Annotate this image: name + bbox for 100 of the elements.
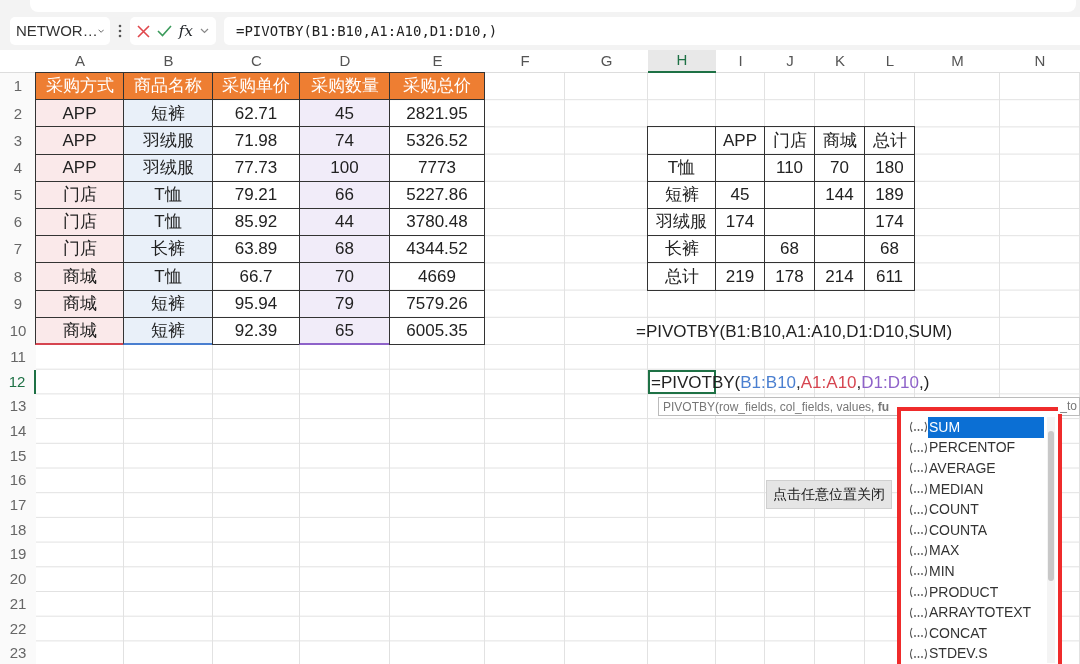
row-header[interactable]: 23	[0, 641, 36, 664]
function-icon	[909, 586, 928, 599]
table-cell: 65	[299, 316, 390, 345]
column-header[interactable]: G	[565, 50, 648, 73]
row-header[interactable]: 1	[0, 73, 36, 101]
table-cell: 商品名称	[123, 72, 213, 101]
table-cell: 100	[299, 153, 390, 182]
function-icon	[909, 606, 928, 619]
cell-text: =PIVOTBY(B1:B10,A1:A10,D1:D10,SUM)	[636, 320, 953, 343]
table-cell: 68	[299, 235, 390, 264]
column-header[interactable]: K	[815, 50, 865, 73]
table-cell: 采购数量	[299, 72, 390, 101]
row-header[interactable]: 11	[0, 344, 36, 370]
row-header[interactable]: 10	[0, 317, 36, 345]
function-icon	[909, 544, 928, 557]
row-header[interactable]: 3	[0, 127, 36, 155]
table-cell: 短裤	[123, 99, 213, 128]
insert-function-button[interactable]: fx	[178, 19, 193, 43]
dropdown-item[interactable]: MIN	[909, 561, 1044, 582]
function-icon	[909, 503, 928, 516]
table-cell: 66	[299, 180, 390, 209]
row-header[interactable]: 16	[0, 468, 36, 493]
table-cell: 611	[864, 262, 915, 291]
table-cell: 门店	[35, 180, 124, 209]
cancel-icon[interactable]	[137, 24, 151, 38]
dropdown-item[interactable]: COUNT	[909, 499, 1044, 520]
row-header[interactable]: 18	[0, 517, 36, 543]
table-cell: 79	[299, 289, 390, 318]
row-header[interactable]: 2	[0, 100, 36, 128]
dropdown-caret-icon[interactable]	[97, 28, 104, 34]
function-dropdown[interactable]: SUM PERCENTOF AVERAGE MEDIAN COUNT COUNTA MAX MIN PRODUCT ARRAYTOTEXT CONCAT STDEV.S	[897, 407, 1062, 664]
column-header[interactable]: H	[648, 50, 716, 73]
table-cell: 商城	[35, 316, 124, 345]
table-cell: 短裤	[123, 316, 213, 345]
dropdown-item[interactable]: STDEV.S	[909, 643, 1044, 664]
table-cell: APP	[35, 99, 124, 128]
column-header[interactable]: F	[485, 50, 565, 73]
table-cell: 商城	[35, 262, 124, 291]
table-cell: 采购方式	[35, 72, 124, 101]
row-header[interactable]: 12	[0, 369, 36, 395]
dropdown-item[interactable]: PRODUCT	[909, 581, 1044, 603]
column-header[interactable]: J	[765, 50, 815, 73]
table-cell: APP	[35, 126, 124, 155]
formula-field[interactable]: =PIVOTBY(B1:B10,A1:A10,D1:D10,)	[224, 17, 1080, 45]
more-options-icon[interactable]	[118, 24, 122, 38]
function-icon	[909, 441, 928, 454]
row-header[interactable]: 5	[0, 181, 36, 209]
caret-icon[interactable]	[199, 28, 209, 34]
row-header[interactable]: 6	[0, 208, 36, 237]
table-cell: T恤	[123, 262, 213, 291]
row-header[interactable]: 4	[0, 154, 36, 182]
row-header[interactable]: 19	[0, 542, 36, 568]
table-corner-cell	[647, 126, 716, 155]
table-cell: 采购总价	[389, 72, 485, 101]
table-cell: 45	[299, 99, 390, 128]
row-header[interactable]: 17	[0, 493, 36, 518]
function-icon	[909, 483, 928, 496]
dropdown-item[interactable]: PERCENTOF	[909, 437, 1044, 459]
dropdown-item[interactable]: MEDIAN	[909, 478, 1044, 500]
close-hint[interactable]: 点击任意位置关闭	[766, 480, 892, 509]
row-header[interactable]: 20	[0, 567, 36, 592]
column-header[interactable]: I	[716, 50, 765, 73]
row-header[interactable]: 7	[0, 236, 36, 264]
dropdown-item[interactable]: CONCAT	[909, 622, 1044, 644]
function-icon	[909, 524, 928, 537]
scroll-thumb[interactable]	[1048, 431, 1054, 581]
tooltip-text: PIVOTBY(row_fields, col_fields, values, fu	[663, 398, 890, 416]
row-header[interactable]: 21	[0, 591, 36, 617]
column-header[interactable]: N	[1000, 50, 1080, 73]
table-cell: 6005.35	[389, 316, 485, 345]
table-cell: APP	[35, 153, 124, 182]
function-icon	[909, 565, 928, 578]
row-header[interactable]: 22	[0, 616, 36, 642]
row-header[interactable]: 13	[0, 394, 36, 419]
function-icon	[909, 647, 928, 660]
dropdown-item[interactable]: AVERAGE	[909, 458, 1044, 479]
dropdown-item[interactable]: COUNTA	[909, 519, 1044, 541]
dropdown-item[interactable]: ARRAYTOTEXT	[909, 602, 1044, 623]
table-cell: 采购单价	[212, 72, 300, 101]
table-cell: 羽绒服	[123, 126, 213, 155]
scrollbar[interactable]	[1047, 417, 1055, 663]
row-header[interactable]: 14	[0, 418, 36, 444]
table-cell: 总计	[864, 126, 915, 155]
row-header[interactable]: 9	[0, 290, 36, 318]
column-header[interactable]: M	[915, 50, 1000, 73]
name-box[interactable]: NETWOR…	[10, 17, 110, 45]
function-icon	[909, 421, 928, 434]
function-icon	[909, 627, 928, 640]
table-cell: 74	[299, 126, 390, 155]
table-cell: 短裤	[123, 289, 213, 318]
dropdown-item[interactable]: MAX	[909, 540, 1044, 562]
check-icon[interactable]	[157, 25, 173, 37]
table-cell: 商城	[35, 289, 124, 318]
row-header[interactable]: 8	[0, 263, 36, 291]
table-cell: T恤	[123, 180, 213, 209]
row-header[interactable]: 15	[0, 443, 36, 469]
table-cell: 门店	[35, 235, 124, 264]
table-cell: 70	[299, 262, 390, 291]
column-header[interactable]: L	[865, 50, 915, 73]
table-cell: 总计	[647, 262, 716, 291]
